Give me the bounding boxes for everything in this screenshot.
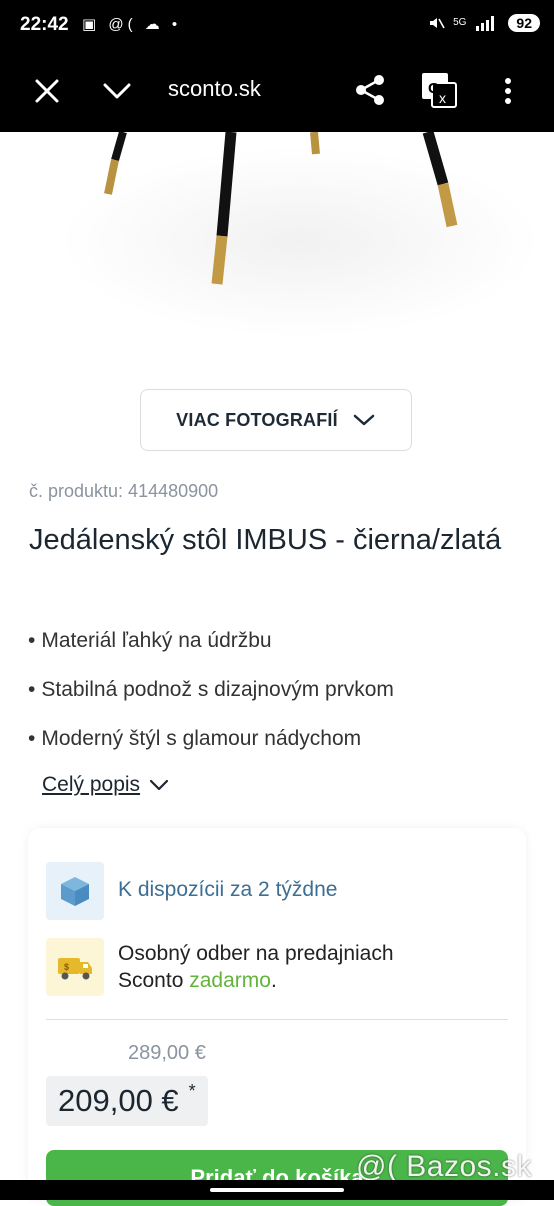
bullet-icon: •	[28, 727, 36, 750]
product-title: Jedálenský stôl IMBUS - čierna/zlatá	[29, 524, 502, 556]
system-nav-bar	[0, 1180, 554, 1200]
bullet-icon: •	[28, 678, 36, 701]
chevron-down-icon[interactable]	[100, 74, 134, 108]
feature-list: • Materiál ľahký na údržbu • Stabilná podn…	[28, 623, 394, 770]
delivery-truck-icon: $	[58, 958, 92, 980]
full-description-label: Celý popis	[42, 773, 141, 796]
more-photos-label: VIAC FOTOGRAFIÍ	[176, 409, 338, 430]
svg-text:x: x	[439, 90, 446, 106]
signal-icon	[476, 16, 495, 31]
old-price: 289,00 €	[128, 1042, 206, 1064]
pickup-free-label: zadarmo	[189, 969, 271, 992]
box-icon	[61, 877, 89, 906]
notification-icons: ▣ @( ☁ •	[82, 16, 182, 33]
status-time: 22:42	[20, 14, 69, 35]
price-footnote-mark: *	[188, 1081, 196, 1101]
network-label: 5G	[453, 17, 467, 28]
close-icon[interactable]	[30, 74, 64, 108]
svg-text:$: $	[64, 962, 69, 972]
feature-item: • Moderný štýl s glamour nádychom	[28, 727, 362, 750]
translate-icon[interactable]: G x	[420, 71, 458, 109]
feature-item: • Stabilná podnož s dizajnovým prvkom	[28, 678, 394, 701]
status-right: 5G 92	[427, 14, 540, 32]
divider	[46, 1019, 508, 1020]
product-photo	[60, 132, 540, 337]
more-vert-icon[interactable]	[496, 74, 520, 108]
pickup-suffix: .	[270, 969, 277, 992]
pickup-text: Osobný odber na predajniach Sconto zadar…	[118, 940, 394, 994]
pickup-icon-box: $	[46, 938, 104, 996]
product-image[interactable]	[0, 132, 554, 372]
battery-badge: 92	[508, 14, 540, 32]
svg-text:G: G	[428, 80, 440, 97]
home-gesture-handle[interactable]	[210, 1188, 344, 1192]
price-box: 209,00 € *	[46, 1076, 208, 1126]
chevron-down-icon	[149, 779, 169, 791]
mute-icon	[430, 18, 445, 29]
url-text[interactable]: sconto.sk	[168, 76, 261, 102]
pickup-line-2-prefix: Sconto	[118, 969, 184, 992]
availability-icon-box	[46, 862, 104, 920]
more-photos-button[interactable]: VIAC FOTOGRAFIÍ	[140, 389, 412, 451]
product-number: č. produktu: 414480900	[29, 481, 219, 501]
purchase-card: K dispozícii za 2 týždne $ Osobný odber …	[28, 828, 526, 1206]
pickup-line-1: Osobný odber na predajniach	[118, 942, 394, 965]
bazos-watermark: @( Bazos.sk	[356, 1150, 532, 1183]
current-price: 209,00 €	[58, 1083, 179, 1118]
share-icon[interactable]	[352, 72, 388, 108]
full-description-link[interactable]: Celý popis	[42, 773, 170, 797]
chevron-down-icon	[353, 414, 375, 426]
availability-text: K dispozícii za 2 týždne	[118, 878, 338, 901]
bullet-icon: •	[28, 629, 36, 652]
browser-toolbar: sconto.sk G x	[0, 52, 554, 132]
status-bar: 22:42 ▣ @( ☁ • 5G 92	[0, 0, 554, 52]
feature-item: • Materiál ľahký na údržbu	[28, 629, 272, 652]
